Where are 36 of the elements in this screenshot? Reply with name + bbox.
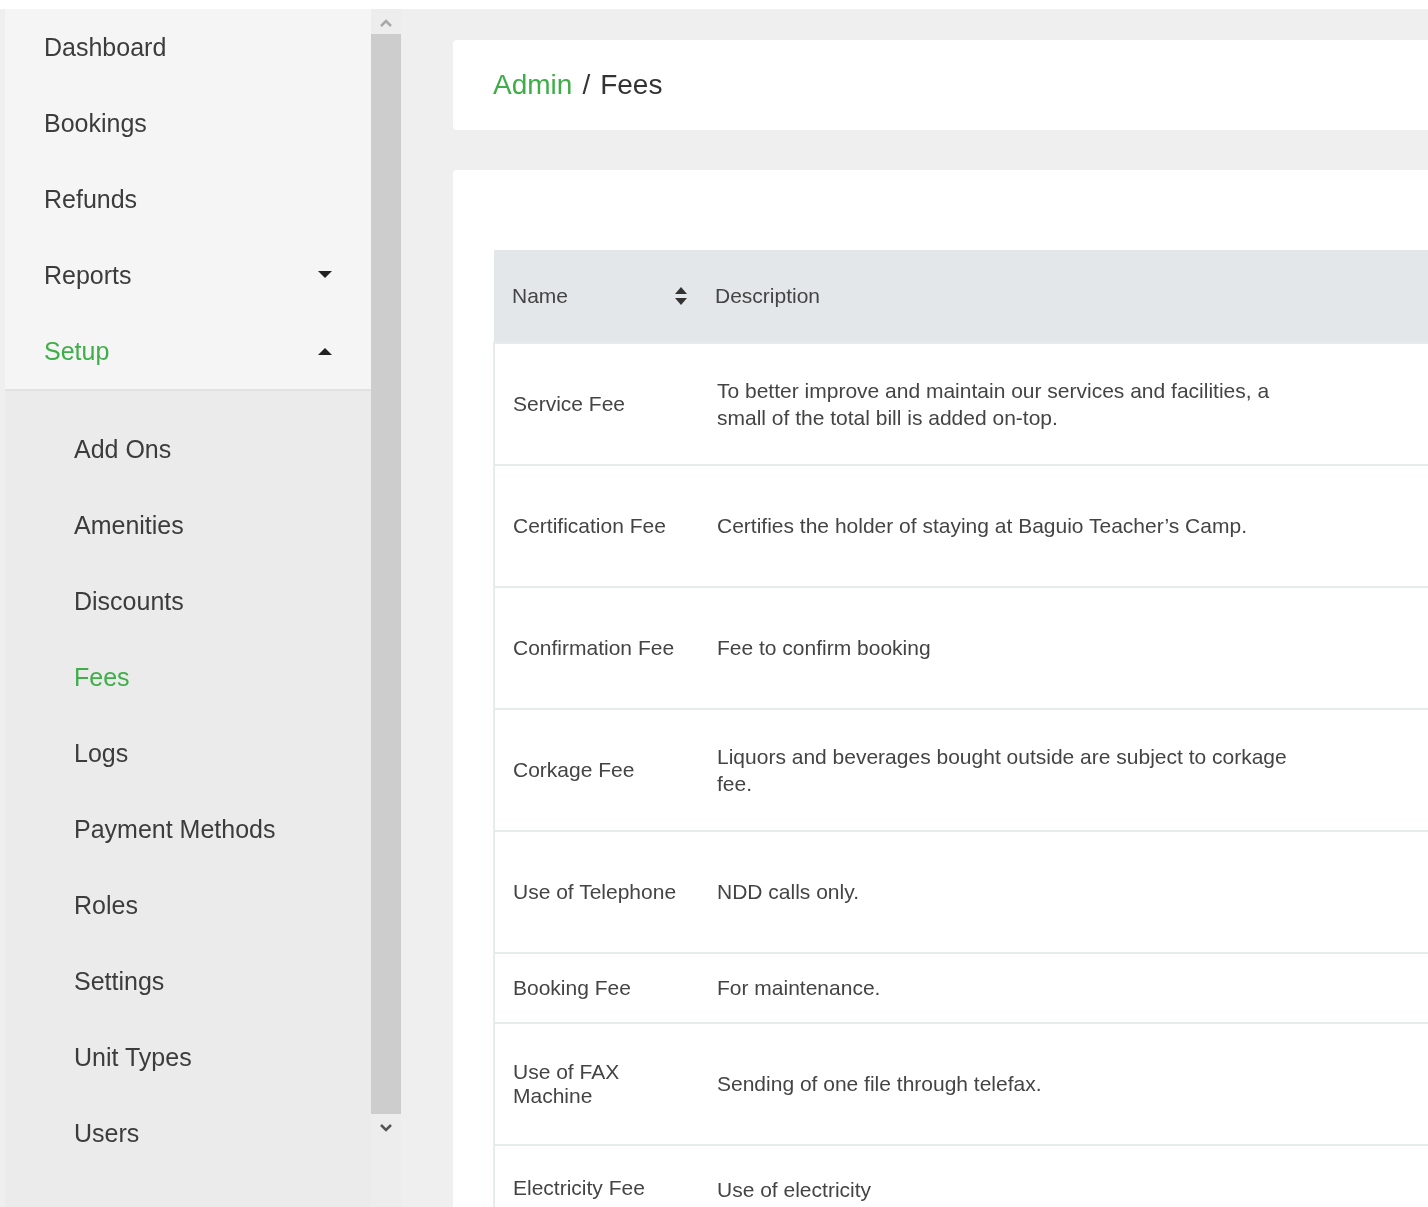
breadcrumb-separator: / xyxy=(582,69,591,101)
table-cell: NDD calls only. xyxy=(697,831,1428,953)
table-cell: Booking Fee xyxy=(494,953,697,1023)
scroll-up-icon[interactable] xyxy=(379,18,393,28)
sidebar-item[interactable]: Discounts xyxy=(5,563,371,639)
table-cell: For maintenance. xyxy=(697,953,1428,1023)
sidebar-item[interactable]: Reports xyxy=(5,237,371,313)
table-cell: Electricity Fee xyxy=(494,1145,697,1207)
sidebar-item[interactable]: Settings xyxy=(5,943,371,1019)
table-cell: Corkage Fee xyxy=(494,709,697,831)
table-cell: Fee to confirm booking xyxy=(697,587,1428,709)
sidebar-item[interactable]: Dashboard xyxy=(5,9,371,85)
sidebar-item[interactable]: Add Ons xyxy=(5,411,371,487)
table-cell: Certifies the holder of staying at Baguio Teacher’s Camp. xyxy=(697,465,1428,587)
table-cell: Liquors and beverages bought outside are subject to corkage fee. xyxy=(697,709,1428,831)
table-cell: Sending of one file through telefax. xyxy=(697,1023,1428,1145)
sidebar-item[interactable]: Unit Types xyxy=(5,1019,371,1095)
breadcrumb-current: Fees xyxy=(600,69,663,101)
scroll-down-icon[interactable] xyxy=(379,1123,393,1133)
table-cell: Confirmation Fee xyxy=(494,587,697,709)
table-cell: Use of FAX Machine xyxy=(494,1023,697,1145)
sidebar-item[interactable]: Logs xyxy=(5,715,371,791)
sidebar-item[interactable]: Amenities xyxy=(5,487,371,563)
table-cell: Service Fee xyxy=(494,343,697,465)
sidebar-item[interactable]: Users xyxy=(5,1095,371,1171)
sidebar-item[interactable]: Bookings xyxy=(5,85,371,161)
table-cell: Use of electricity xyxy=(697,1145,1428,1207)
column-header: Description xyxy=(697,250,1428,343)
column-header[interactable]: Name xyxy=(494,250,697,343)
table-cell: To better improve and maintain our services and facilities, a small of the total bill is added on-top. xyxy=(697,343,1428,465)
sidebar-item[interactable]: Payment Methods xyxy=(5,791,371,867)
table-cell: Certification Fee xyxy=(494,465,697,587)
sidebar-item[interactable]: Roles xyxy=(5,867,371,943)
sort-icon[interactable] xyxy=(673,286,689,306)
sidebar-item[interactable]: Refunds xyxy=(5,161,371,237)
table-cell: Use of Telephone xyxy=(494,831,697,953)
